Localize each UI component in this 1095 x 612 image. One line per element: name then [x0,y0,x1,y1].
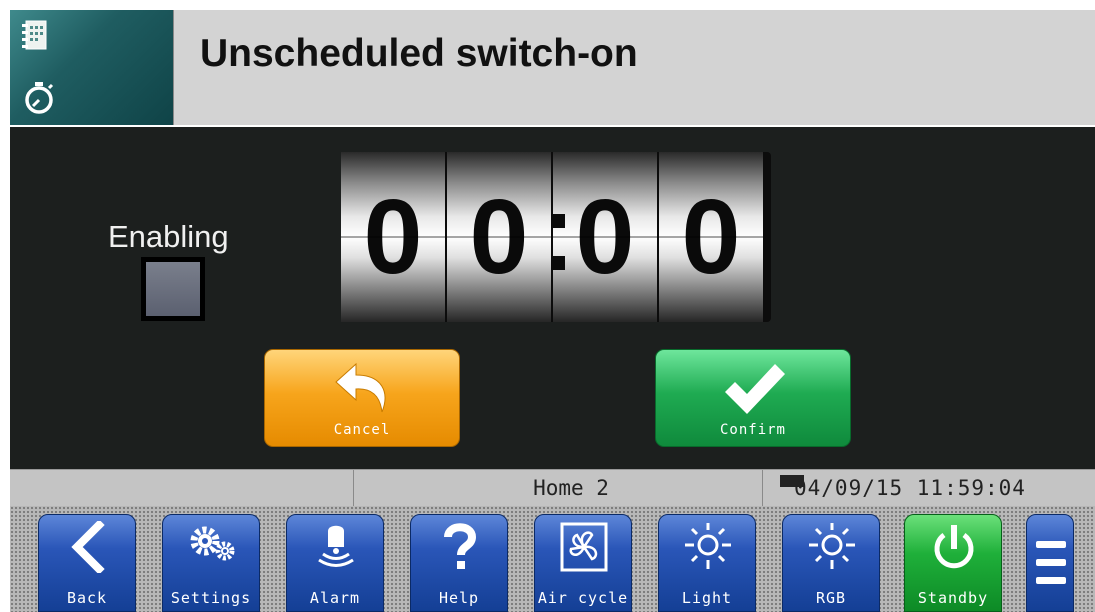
current-page-label: Home 2 [533,476,609,500]
hour-units-digit[interactable]: 0 [447,152,551,322]
air-cycle-button[interactable]: Air cycle [534,514,632,612]
enabling-checkbox[interactable] [141,257,205,321]
settings-button[interactable]: Settings [162,514,260,612]
rgb-button[interactable]: RGB [782,514,880,612]
gears-icon [190,526,235,561]
stopwatch-icon [25,82,54,114]
minute-units-digit[interactable]: 0 [659,152,763,322]
undo-arrow-icon [335,362,386,413]
hour-tens-digit[interactable]: 0 [341,152,445,322]
date-time: 04/09/15 11:59:04 [794,476,1026,500]
back-arrow-icon [71,521,105,573]
status-bar: Home 2 04/09/15 11:59:04 [10,469,1095,507]
enabling-label: Enabling [108,219,229,254]
menu-button[interactable] [1026,514,1074,612]
time-display[interactable]: 0 0 0 0 [341,152,771,322]
fan-icon [560,522,608,572]
notebook-icon [22,20,47,50]
scheduler-icon [10,10,174,125]
confirm-button[interactable]: Confirm [655,349,851,447]
alarm-bell-icon [318,525,354,567]
sun-icon [685,523,731,569]
alarm-button[interactable]: Alarm [286,514,384,612]
help-button[interactable]: Help [410,514,508,612]
standby-button[interactable]: Standby [904,514,1002,612]
cancel-button[interactable]: Cancel [264,349,460,447]
question-mark-icon [444,523,477,569]
main-panel: Enabling 0 0 0 0 Cancel Confirm [10,127,1095,469]
page-title: Unscheduled switch-on [200,32,638,75]
checkmark-icon [725,364,785,414]
power-icon [934,525,974,569]
bottom-toolbar: Back Settings Alarm Help Air cycle Light… [10,506,1095,612]
minute-tens-digit[interactable]: 0 [553,152,657,322]
sun-icon [809,523,855,569]
header: Unscheduled switch-on [10,10,1095,125]
light-button[interactable]: Light [658,514,756,612]
back-button[interactable]: Back [38,514,136,612]
